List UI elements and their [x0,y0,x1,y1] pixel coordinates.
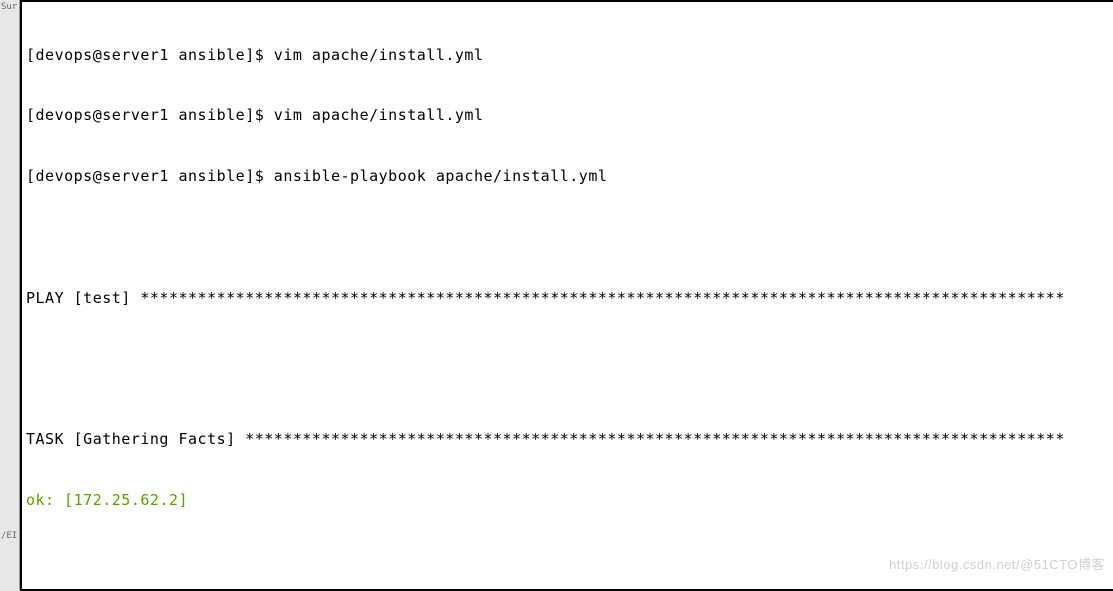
prompt-line: [devops@server1 ansible]$ ansible-playbo… [26,166,1109,186]
left-panel: Sur /EI [0,0,20,591]
terminal-window[interactable]: [devops@server1 ansible]$ vim apache/ins… [20,0,1113,591]
play-header: PLAY [test] ****************************… [26,288,1109,308]
blank-line [26,227,1109,247]
watermark-text: https://blog.csdn.net/@51CTO博客 [889,554,1105,573]
left-tab-2: /EI [1,531,17,541]
blank-line [26,348,1109,368]
task-result-ok: ok: [172.25.62.2] [26,490,1109,510]
prompt-line: [devops@server1 ansible]$ vim apache/ins… [26,45,1109,65]
left-tab-1: Sur [1,2,17,12]
task-header: TASK [Gathering Facts] *****************… [26,429,1109,449]
terminal-output: [devops@server1 ansible]$ vim apache/ins… [26,4,1109,591]
prompt-line: [devops@server1 ansible]$ vim apache/ins… [26,105,1109,125]
